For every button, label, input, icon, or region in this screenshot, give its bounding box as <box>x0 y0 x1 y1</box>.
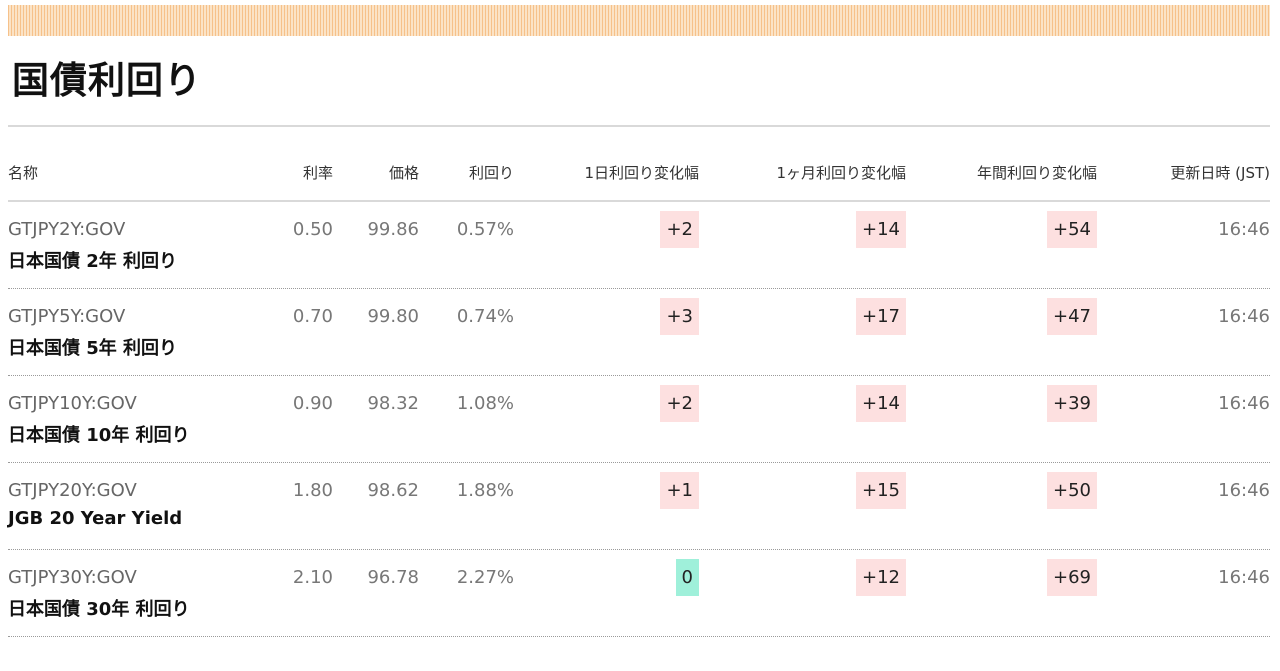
updated-time: 16:46 <box>1218 393 1270 414</box>
change-1d-badge: +2 <box>660 385 699 422</box>
price-value: 99.86 <box>367 219 419 240</box>
change-1y-badge: +54 <box>1047 211 1097 248</box>
table-header-row: 名称 利率 価格 利回り 1日利回り変化幅 1ヶ月利回り変化幅 年間利回り変化幅… <box>8 143 1270 202</box>
coupon-value: 2.10 <box>292 567 333 588</box>
coupon-value: 0.90 <box>292 393 333 414</box>
change-1m-badge: +17 <box>856 298 906 335</box>
yield-value: 1.08% <box>456 393 514 414</box>
yield-value: 2.27% <box>456 567 514 588</box>
bond-name[interactable]: 日本国債 2年 利回り <box>8 247 177 273</box>
change-1d-badge: 0 <box>675 559 699 596</box>
change-1y-badge: +69 <box>1047 559 1097 596</box>
header-price[interactable]: 価格 <box>389 162 419 183</box>
page-title: 国債利回り <box>12 59 202 102</box>
updated-time: 16:46 <box>1218 567 1270 588</box>
header-updated[interactable]: 更新日時 (JST) <box>1170 162 1270 183</box>
yield-value: 0.74% <box>456 306 514 327</box>
table-row[interactable]: GTJPY20Y:GOV JGB 20 Year Yield 1.80 98.6… <box>8 463 1270 550</box>
coupon-value: 1.80 <box>292 480 333 501</box>
bond-name[interactable]: 日本国債 5年 利回り <box>8 334 177 360</box>
change-1m-badge: +15 <box>856 472 906 509</box>
updated-time: 16:46 <box>1218 219 1270 240</box>
bond-name[interactable]: 日本国債 10年 利回り <box>8 421 190 447</box>
bond-name[interactable]: 日本国債 30年 利回り <box>8 595 190 621</box>
header-change-1y[interactable]: 年間利回り変化幅 <box>977 162 1097 183</box>
change-1d-badge: +1 <box>660 472 699 509</box>
bond-code[interactable]: GTJPY30Y:GOV <box>8 567 137 588</box>
updated-time: 16:46 <box>1218 480 1270 501</box>
top-decorative-band <box>8 5 1270 36</box>
price-value: 98.62 <box>367 480 419 501</box>
table-row[interactable]: GTJPY5Y:GOV 日本国債 5年 利回り 0.70 99.80 0.74%… <box>8 289 1270 376</box>
bond-code[interactable]: GTJPY2Y:GOV <box>8 219 125 240</box>
coupon-value: 0.50 <box>292 219 333 240</box>
header-change-1d[interactable]: 1日利回り変化幅 <box>584 162 699 183</box>
table-row[interactable]: GTJPY2Y:GOV 日本国債 2年 利回り 0.50 99.86 0.57%… <box>8 202 1270 289</box>
coupon-value: 0.70 <box>292 306 333 327</box>
change-1m-badge: +12 <box>856 559 906 596</box>
yield-value: 1.88% <box>456 480 514 501</box>
change-1y-badge: +50 <box>1047 472 1097 509</box>
yield-value: 0.57% <box>456 219 514 240</box>
price-value: 96.78 <box>367 567 419 588</box>
bond-code[interactable]: GTJPY5Y:GOV <box>8 306 125 327</box>
header-name[interactable]: 名称 <box>8 162 38 183</box>
updated-time: 16:46 <box>1218 306 1270 327</box>
header-coupon[interactable]: 利率 <box>303 162 333 183</box>
bond-name[interactable]: JGB 20 Year Yield <box>8 508 182 529</box>
title-divider <box>8 125 1270 127</box>
header-yield[interactable]: 利回り <box>469 162 514 183</box>
change-1y-badge: +47 <box>1047 298 1097 335</box>
bond-yield-table: 名称 利率 価格 利回り 1日利回り変化幅 1ヶ月利回り変化幅 年間利回り変化幅… <box>8 143 1270 637</box>
price-value: 99.80 <box>367 306 419 327</box>
change-1d-badge: +2 <box>660 211 699 248</box>
change-1m-badge: +14 <box>856 385 906 422</box>
price-value: 98.32 <box>367 393 419 414</box>
change-1y-badge: +39 <box>1047 385 1097 422</box>
bond-code[interactable]: GTJPY10Y:GOV <box>8 393 137 414</box>
change-1d-badge: +3 <box>660 298 699 335</box>
table-row[interactable]: GTJPY30Y:GOV 日本国債 30年 利回り 2.10 96.78 2.2… <box>8 550 1270 637</box>
bond-code[interactable]: GTJPY20Y:GOV <box>8 480 137 501</box>
change-1m-badge: +14 <box>856 211 906 248</box>
table-row[interactable]: GTJPY10Y:GOV 日本国債 10年 利回り 0.90 98.32 1.0… <box>8 376 1270 463</box>
header-change-1m[interactable]: 1ヶ月利回り変化幅 <box>776 162 906 183</box>
